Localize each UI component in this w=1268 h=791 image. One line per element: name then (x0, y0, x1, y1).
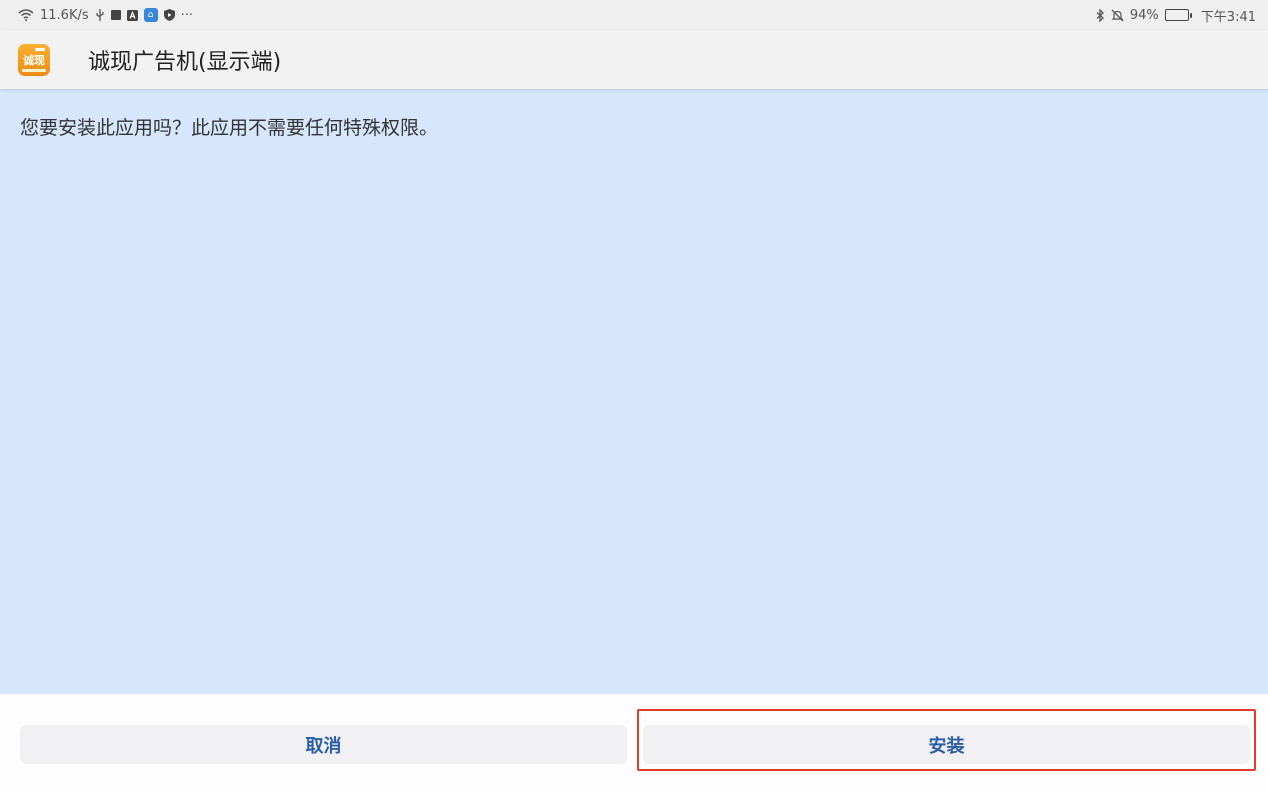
notification-app-icon: ⌂ (143, 8, 158, 22)
wifi-icon (18, 9, 34, 21)
notification-a-icon (126, 9, 138, 21)
battery-percent: 94% (1129, 7, 1159, 23)
app-icon: 诚现 (18, 43, 50, 76)
shield-icon (163, 9, 175, 21)
install-prompt-text: 您要安装此应用吗？此应用不需要任何特殊权限。 (20, 117, 439, 139)
install-message-panel: 您要安装此应用吗？此应用不需要任何特殊权限。 (0, 89, 1268, 694)
status-bar-left: 11.6K/s ⌂ ··· (18, 8, 193, 23)
more-notifications-icon: ··· (180, 7, 194, 23)
app-title: 诚现广告机(显示端) (88, 49, 282, 75)
app-header: 诚现 诚现广告机(显示端) (0, 30, 1268, 89)
network-speed: 11.6K/s (40, 7, 89, 23)
status-bar: 11.6K/s ⌂ ··· 94% 下午3:41 (0, 0, 1268, 30)
mute-bell-icon (1111, 9, 1124, 22)
notification-square-icon (110, 10, 121, 20)
install-button[interactable]: 安装 (643, 725, 1250, 764)
status-bar-right: 94% 下午3:41 (1096, 6, 1256, 25)
app-icon-text: 诚现 (23, 53, 45, 67)
clock: 下午3:41 (1200, 9, 1256, 25)
cancel-button[interactable]: 取消 (20, 725, 627, 764)
bluetooth-icon (1096, 8, 1105, 22)
usb-icon (95, 9, 105, 21)
button-bar: 取消 安装 (0, 694, 1268, 791)
battery-icon (1164, 9, 1192, 21)
